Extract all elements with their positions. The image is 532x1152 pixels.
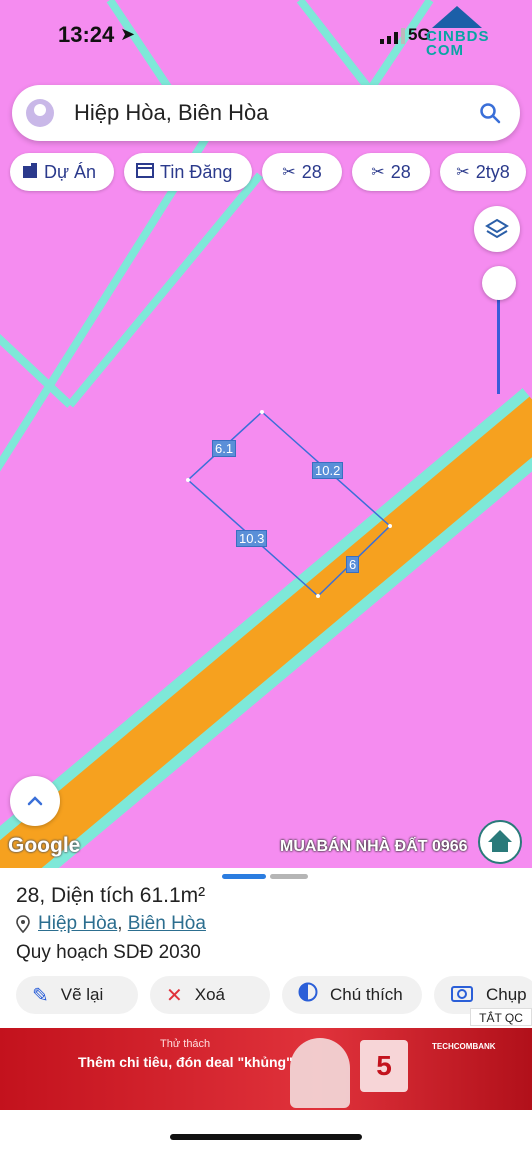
legend-label: Chú thích: [330, 985, 403, 1004]
chip-label: Dự Án: [44, 161, 97, 182]
chip-parcel-2[interactable]: ✂ 28: [352, 153, 430, 191]
area-value: 61.1m²: [139, 884, 206, 907]
search-input[interactable]: Hiệp Hòa, Biên Hòa: [74, 100, 470, 126]
parcel-number: 28,: [16, 884, 46, 907]
parcel-icon: ✂: [371, 164, 385, 181]
location-city-link[interactable]: Biên Hòa: [128, 913, 206, 935]
parcel-title: 28, Diện tích 61.1m²: [16, 884, 205, 908]
signal-icon: [380, 28, 405, 44]
action-buttons: ✎ Vẽ lại ✕ Xoá Chú thích Chụp ả: [16, 976, 532, 1014]
pencil-ruler-icon: ✎: [32, 984, 49, 1007]
dimension-label-top-left: 6.1: [212, 440, 237, 457]
delete-button[interactable]: ✕ Xoá: [150, 976, 270, 1014]
chip-du-an[interactable]: Dự Án: [10, 153, 114, 191]
cinbds-logo: CINBDS COM: [426, 4, 490, 62]
redraw-label: Vẽ lại: [60, 985, 104, 1004]
parcel-icon: ✂: [282, 164, 296, 181]
dimension-label-top-right: 10.2: [312, 462, 344, 479]
ad-person-image: [290, 1038, 350, 1108]
delete-label: Xoá: [194, 985, 226, 1004]
layers-button[interactable]: [474, 206, 520, 252]
status-bar: 13:24 ➤ 5G CINBDS COM: [0, 0, 532, 70]
chip-parcel-3[interactable]: ✂ 2ty8: [440, 153, 526, 191]
ad-challenge: Thử thách: [160, 1038, 211, 1050]
ad-headline: Thêm chi tiêu, đón deal "khủng": [78, 1054, 293, 1070]
chevron-up-icon: [27, 796, 43, 806]
dimension-label-bottom-left: 10.3: [236, 530, 268, 547]
pin-icon: [16, 915, 30, 933]
avatar[interactable]: [26, 99, 54, 127]
chip-label: 28: [390, 161, 411, 182]
calendar-icon: [136, 162, 154, 183]
sheet-handle[interactable]: [270, 874, 308, 879]
cinbds-logo-text: CINBDS COM: [426, 28, 490, 59]
expand-up-button[interactable]: [10, 776, 60, 826]
building-icon: [22, 162, 38, 183]
search-bar[interactable]: Hiệp Hòa, Biên Hòa: [12, 85, 520, 141]
opacity-slider-thumb[interactable]: [482, 266, 516, 300]
plan-label: Quy hoạch SDĐ 2030: [16, 942, 201, 963]
filter-chips: Dự Án Tin Đăng ✂ 28 ✂ 28 ✂ 2ty8: [10, 153, 526, 191]
status-time: 13:24: [58, 22, 115, 47]
legend-button[interactable]: Chú thích: [282, 976, 422, 1014]
dimension-label-bottom-right: 6: [346, 556, 360, 573]
layers-icon: [485, 218, 509, 239]
ad-close-button[interactable]: TẮT QC: [470, 1008, 532, 1026]
google-attribution: Google: [8, 834, 81, 857]
location-arrow-icon: ➤: [120, 24, 136, 44]
redraw-button[interactable]: ✎ Vẽ lại: [16, 976, 138, 1014]
location-ward-link[interactable]: Hiệp Hòa: [38, 913, 117, 935]
search-icon[interactable]: [470, 93, 510, 133]
home-indicator: [170, 1134, 362, 1140]
close-icon: ✕: [166, 984, 183, 1007]
ad-brand: TECHCOMBANK: [432, 1042, 496, 1051]
parcel-icon: ✂: [456, 164, 470, 181]
half-circle-icon: [298, 982, 318, 1008]
ad-banner[interactable]: Thử thách Thêm chi tiêu, đón deal "khủng…: [0, 1028, 532, 1110]
location-row: Hiệp Hòa , Biên Hòa: [16, 913, 206, 935]
sheet-handle-active[interactable]: [222, 874, 266, 879]
camera-icon: [450, 982, 474, 1008]
chip-label: 2ty8: [475, 161, 510, 182]
chip-tin-dang[interactable]: Tin Đăng: [124, 153, 252, 191]
opacity-slider-track[interactable]: [497, 286, 500, 394]
capture-label: Chụp ả: [486, 985, 532, 1004]
watermark-text: MUABÁN NHÀ ĐẤT 0966: [280, 838, 468, 855]
chip-label: 28: [301, 161, 322, 182]
area-label: Diện tích: [51, 884, 134, 907]
ad-badge: 5: [360, 1040, 408, 1092]
chip-label: Tin Đăng: [160, 161, 233, 182]
chip-parcel-1[interactable]: ✂ 28: [262, 153, 342, 191]
watermark-house-icon: [478, 820, 522, 864]
